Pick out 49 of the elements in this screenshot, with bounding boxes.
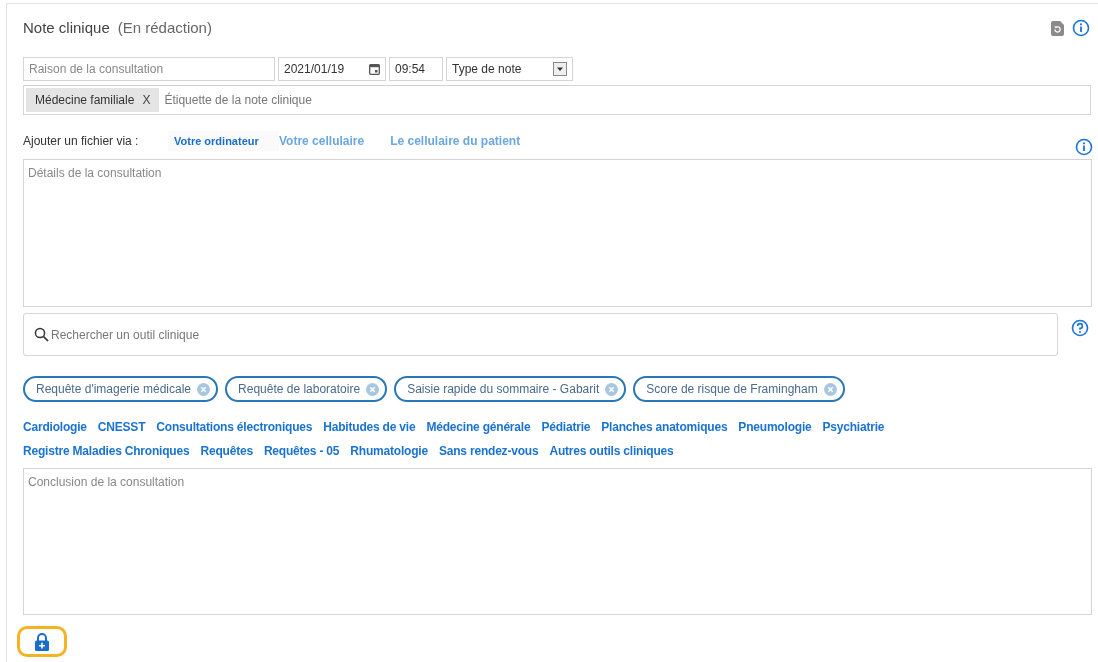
upload-option-link[interactable]: Votre cellulaire bbox=[279, 132, 365, 150]
category-link[interactable]: Requêtes bbox=[200, 442, 253, 460]
date-field[interactable]: 2021/01/19 bbox=[278, 57, 386, 81]
remove-circle-icon[interactable] bbox=[823, 382, 837, 396]
upload-option-link[interactable]: Votre ordinateur bbox=[168, 130, 279, 152]
search-icon bbox=[34, 327, 49, 342]
upload-option-link[interactable]: Le cellulaire du patient bbox=[390, 132, 521, 150]
tag-input-field[interactable]: Médecine familiale X Étiquette de la note clinique bbox=[23, 85, 1091, 115]
lock-plus-icon bbox=[35, 632, 49, 651]
category-link[interactable]: Pneumologie bbox=[738, 418, 812, 436]
tool-chip[interactable]: Score de risque de Framingham bbox=[633, 376, 845, 402]
category-link[interactable]: Pédiatrie bbox=[541, 418, 591, 436]
category-link[interactable]: Cardiologie bbox=[23, 418, 87, 436]
tag-placeholder: Étiquette de la note clinique bbox=[164, 91, 312, 109]
info-icon[interactable] bbox=[1072, 19, 1090, 37]
dropdown-caret-icon bbox=[553, 62, 567, 76]
note-title: Note clinique bbox=[23, 17, 110, 38]
tool-search-field[interactable]: Rechercher un outil clinique bbox=[23, 313, 1058, 356]
category-link[interactable]: Médecine générale bbox=[426, 418, 531, 436]
info-icon[interactable] bbox=[1075, 138, 1093, 156]
remove-circle-icon[interactable] bbox=[197, 382, 211, 396]
category-link[interactable]: Consultations électroniques bbox=[156, 418, 313, 436]
conclusion-field[interactable]: Conclusion de la consultation bbox=[23, 468, 1092, 615]
reason-field[interactable]: Raison de la consultation bbox=[23, 57, 275, 81]
document-restore-icon[interactable] bbox=[1051, 20, 1064, 36]
category-link[interactable]: Autres outils cliniques bbox=[549, 442, 674, 460]
category-link[interactable]: Habitudes de vie bbox=[323, 418, 416, 436]
help-icon[interactable] bbox=[1071, 318, 1089, 337]
category-link[interactable]: Psychiatrie bbox=[822, 418, 885, 436]
remove-circle-icon[interactable] bbox=[605, 382, 619, 396]
remove-circle-icon[interactable] bbox=[366, 382, 380, 396]
note-status: (En rédaction) bbox=[117, 17, 212, 38]
tool-chip[interactable]: Requête de laboratoire bbox=[225, 376, 388, 402]
tool-chip[interactable]: Requête d'imagerie médicale bbox=[23, 376, 219, 402]
details-field[interactable]: Détails de la consultation bbox=[23, 159, 1092, 307]
category-link[interactable]: CNESST bbox=[97, 418, 146, 436]
calendar-icon bbox=[369, 63, 380, 75]
lock-add-button[interactable] bbox=[17, 626, 67, 657]
tag-remove-button[interactable]: X bbox=[142, 91, 151, 109]
category-link[interactable]: Requêtes - 05 bbox=[263, 442, 340, 460]
category-link[interactable]: Planches anatomiques bbox=[601, 418, 728, 436]
upload-label: Ajouter un fichier via : bbox=[23, 133, 140, 150]
tool-chip[interactable]: Saisie rapide du sommaire - Gabarit bbox=[394, 376, 627, 402]
time-field[interactable]: 09:54 bbox=[389, 57, 443, 81]
category-link[interactable]: Rhumatologie bbox=[350, 442, 428, 460]
tag-label: Médecine familiale bbox=[35, 92, 135, 109]
category-link[interactable]: Registre Maladies Chroniques bbox=[23, 442, 190, 460]
category-link[interactable]: Sans rendez-vous bbox=[438, 442, 539, 460]
note-type-dropdown[interactable]: Type de note bbox=[446, 57, 573, 81]
